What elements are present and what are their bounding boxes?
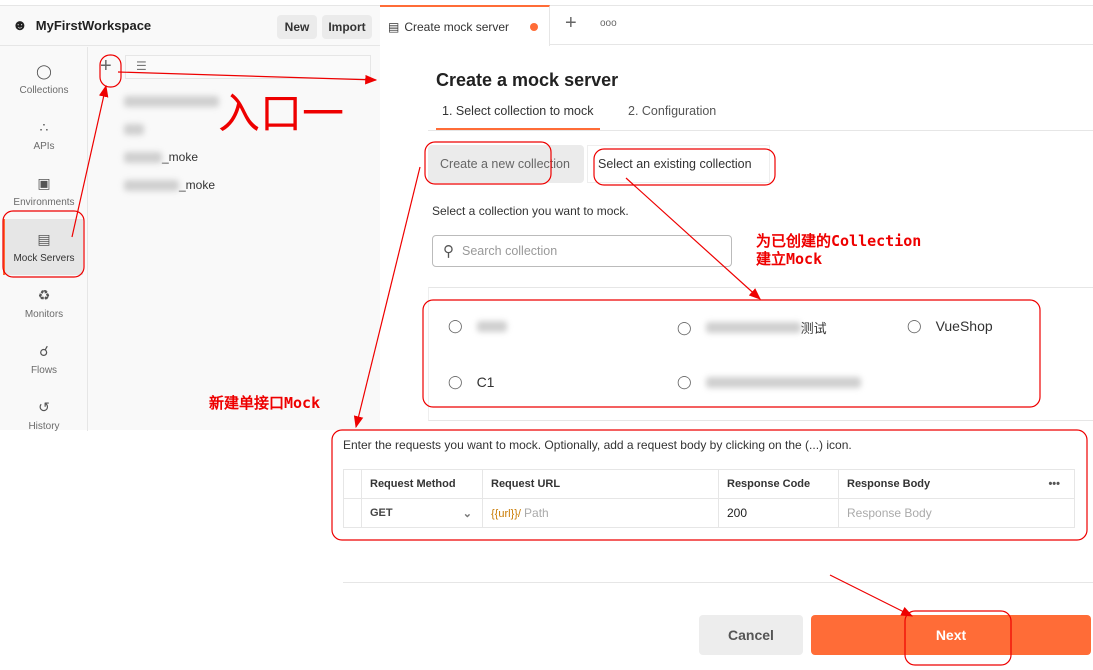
nav-label: Monitors bbox=[24, 308, 64, 320]
table-row: GET ⌄ {{url}}/ Path 200 Response Body bbox=[343, 498, 1075, 528]
monitors-icon: ♻ bbox=[37, 286, 51, 303]
select-existing-collection-button[interactable]: Select an existing collection bbox=[587, 145, 770, 183]
workspace-name[interactable]: MyFirstWorkspace bbox=[36, 18, 151, 33]
new-tab-button[interactable]: + bbox=[565, 12, 577, 35]
divider bbox=[428, 130, 1093, 131]
sidebar-item-mock-servers[interactable]: ▤ Mock Servers bbox=[3, 219, 83, 275]
search-icon: ⚲ bbox=[443, 243, 454, 260]
history-icon: ↺ bbox=[38, 398, 50, 415]
header-request-method: Request Method bbox=[361, 469, 483, 499]
plus-icon[interactable]: + bbox=[100, 56, 112, 76]
collection-item[interactable]: ◯ 测试 bbox=[677, 318, 827, 337]
list-item[interactable] bbox=[124, 122, 144, 136]
nav-label: Environments bbox=[13, 196, 75, 208]
method-value: GET bbox=[370, 506, 393, 519]
collection-icon: ◯ bbox=[907, 318, 922, 333]
sidebar-item-history[interactable]: ↺ History bbox=[0, 387, 88, 443]
header-response-body: Response Body ••• bbox=[838, 469, 1075, 499]
annotation-existing-2: 建立Mock bbox=[756, 250, 823, 268]
page-title: Create a mock server bbox=[436, 70, 619, 90]
list-item[interactable]: _moke bbox=[124, 150, 198, 164]
sidebar: ☻ MyFirstWorkspace New Import ◯ Collectio… bbox=[0, 5, 380, 432]
list-item[interactable]: _moke bbox=[124, 178, 215, 192]
workspace-header: ☻ MyFirstWorkspace New Import bbox=[0, 6, 380, 46]
new-button[interactable]: New bbox=[277, 15, 317, 39]
tab-bar: ▤ Create mock server + ooo bbox=[380, 5, 1093, 46]
step-configuration[interactable]: 2. Configuration bbox=[628, 104, 716, 118]
requests-hint: Enter the requests you want to mock. Opt… bbox=[343, 438, 852, 452]
collection-item[interactable]: ◯ bbox=[677, 374, 861, 390]
environments-icon: ▣ bbox=[37, 174, 51, 191]
requests-table: Request Method Request URL Response Code… bbox=[343, 469, 1075, 528]
user-icon: ☻ bbox=[12, 17, 28, 34]
collection-name: 测试 bbox=[800, 321, 827, 336]
search-placeholder: Search collection bbox=[462, 244, 558, 258]
annotation-new-single: 新建单接口Mock bbox=[209, 394, 321, 412]
sidebar-item-flows[interactable]: ☌ Flows bbox=[0, 331, 88, 387]
mock-servers-icon: ▤ bbox=[37, 230, 51, 247]
flows-icon: ☌ bbox=[39, 342, 49, 359]
method-select[interactable]: GET ⌄ bbox=[361, 498, 483, 528]
collection-icon: ◯ bbox=[448, 318, 463, 333]
annotation-entry: 入口一 bbox=[218, 89, 345, 138]
row-handle-header bbox=[343, 469, 362, 499]
tab-label: Create mock server bbox=[404, 19, 510, 34]
collection-icon: ◯ bbox=[677, 374, 692, 389]
url-prefix: {{url}}/ bbox=[491, 508, 521, 520]
import-button[interactable]: Import bbox=[322, 15, 372, 39]
list-item-label: _moke bbox=[179, 178, 216, 192]
footer-divider bbox=[343, 582, 1093, 583]
collections-icon: ◯ bbox=[36, 62, 52, 79]
header-label: Response Body bbox=[847, 478, 931, 490]
response-code-input[interactable]: 200 bbox=[718, 498, 839, 528]
sidebar-item-monitors[interactable]: ♻ Monitors bbox=[0, 275, 88, 331]
collection-grid bbox=[428, 287, 1093, 421]
collection-item[interactable]: ◯ C1 bbox=[448, 374, 494, 390]
chevron-down-icon: ⌄ bbox=[462, 507, 472, 520]
header-response-code: Response Code bbox=[718, 469, 839, 499]
collection-icon: ◯ bbox=[677, 319, 692, 335]
nav-label: Collections bbox=[19, 84, 69, 96]
sidebar-nav: ◯ Collections ∴ APIs ▣ Environments ▤ Mock S… bbox=[0, 47, 88, 432]
cancel-button[interactable]: Cancel bbox=[699, 615, 803, 655]
collection-item[interactable]: ◯ bbox=[448, 318, 507, 334]
filter-input[interactable]: ☰ bbox=[125, 55, 371, 79]
list-item-label: _moke bbox=[162, 150, 199, 164]
search-collection-input[interactable]: ⚲ Search collection bbox=[432, 235, 732, 267]
response-body-input[interactable]: Response Body bbox=[838, 498, 1075, 528]
collection-item[interactable]: ◯ VueShop bbox=[907, 318, 993, 334]
more-options-button[interactable]: ••• bbox=[1048, 478, 1060, 490]
nav-label: APIs bbox=[33, 140, 55, 152]
step-select-collection[interactable]: 1. Select collection to mock bbox=[442, 104, 593, 118]
url-input[interactable]: {{url}}/ Path bbox=[482, 498, 719, 528]
mock-server-icon: ▤ bbox=[388, 19, 400, 34]
unsaved-dot bbox=[530, 23, 538, 31]
sidebar-item-environments[interactable]: ▣ Environments bbox=[0, 163, 88, 219]
nav-label: Flows bbox=[30, 364, 58, 376]
url-placeholder: Path bbox=[524, 506, 549, 520]
list-item[interactable] bbox=[124, 94, 219, 108]
create-new-collection-button[interactable]: Create a new collection bbox=[428, 145, 584, 183]
sidebar-item-collections[interactable]: ◯ Collections bbox=[0, 51, 88, 107]
tab-create-mock-server[interactable]: ▤ Create mock server bbox=[380, 5, 550, 46]
nav-label: Mock Servers bbox=[13, 252, 75, 264]
sidebar-item-apis[interactable]: ∴ APIs bbox=[0, 107, 88, 163]
nav-label: History bbox=[28, 420, 60, 432]
collection-name: C1 bbox=[476, 374, 495, 390]
row-handle bbox=[343, 498, 362, 528]
collection-icon: ◯ bbox=[448, 374, 463, 389]
header-request-url: Request URL bbox=[482, 469, 719, 499]
apis-icon: ∴ bbox=[39, 118, 49, 135]
instruction-text: Select a collection you want to mock. bbox=[432, 204, 629, 218]
collection-name: VueShop bbox=[935, 318, 993, 334]
next-button[interactable]: Next bbox=[811, 615, 1091, 655]
more-tabs-button[interactable]: ooo bbox=[600, 18, 617, 29]
filter-icon: ☰ bbox=[136, 59, 147, 73]
